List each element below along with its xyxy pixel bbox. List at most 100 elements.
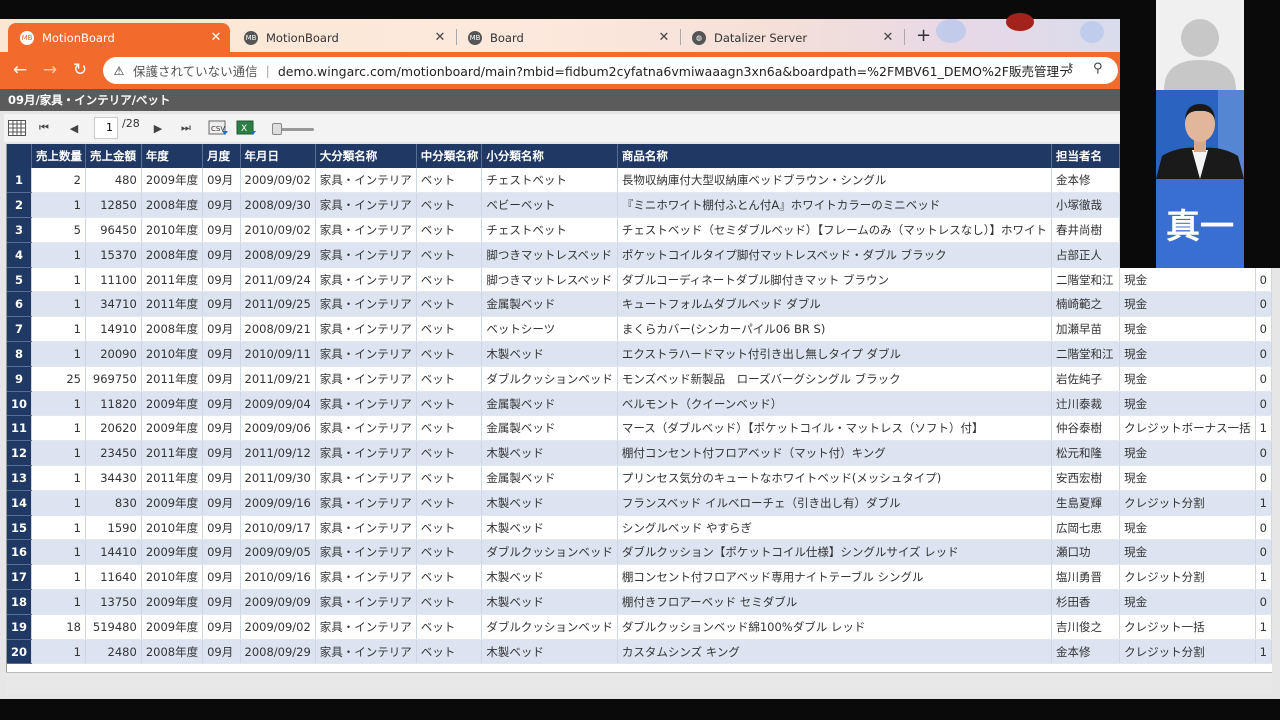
table-cell[interactable]: 09月 [202,217,241,243]
table-cell[interactable]: 1 [1255,614,1272,640]
table-cell[interactable]: 0 [1255,267,1272,293]
table-cell[interactable]: キュートフォルムダブルベッド ダブル [617,291,1052,318]
participant-placeholder-tile[interactable] [1156,0,1244,90]
table-cell[interactable]: ベット [416,242,483,268]
table-cell[interactable]: 20090 [85,341,142,367]
table-cell[interactable]: 金本修 [1051,639,1121,665]
table-cell[interactable]: 現金 [1119,267,1256,293]
table-cell[interactable]: 2010年度 [141,341,204,367]
table-cell[interactable]: ダブルクッションベッド [481,366,618,392]
table-cell[interactable]: 塩川勇晋 [1051,564,1121,591]
table-cell[interactable]: 830 [85,490,142,516]
table-cell[interactable]: 1 [31,440,86,467]
warning-icon[interactable]: ⚠ [111,63,127,79]
table-cell[interactable]: 0 [1255,316,1272,343]
table-cell[interactable]: 現金 [1119,291,1256,318]
table-cell[interactable]: 現金 [1119,539,1256,566]
table-cell[interactable]: 2010/09/17 [240,515,316,541]
table-cell[interactable]: 09月 [202,192,241,219]
table-cell[interactable]: 家具・インテリア [315,639,417,665]
table-cell[interactable]: ベット [416,490,483,516]
close-icon[interactable]: ✕ [880,30,896,45]
table-cell[interactable]: 2010/09/16 [240,564,316,591]
table-cell[interactable]: 脚つきマットレスベッド [481,242,618,268]
table-cell[interactable]: 脚つきマットレスベッド [481,267,618,293]
table-cell[interactable]: 2 [31,168,86,194]
table-cell[interactable]: 1 [31,192,86,219]
table-row[interactable]: 16 1 14410 2009年度 09月 2009/09/05 家具・インテリア ベット ダブ… [7,539,1272,566]
table-row[interactable]: 11 1 20620 2009年度 09月 2009/09/06 家具・インテリア ベット 金属… [7,415,1272,442]
table-cell[interactable]: 25 [31,366,86,392]
table-cell[interactable]: 0 [1255,341,1272,367]
table-cell[interactable]: 木製ベッド [481,490,618,516]
table-cell[interactable]: 12850 [85,192,142,219]
column-header[interactable]: 年月日 [240,144,316,168]
table-cell[interactable]: 家具・インテリア [315,168,417,194]
new-tab-button[interactable]: + [916,25,931,46]
table-cell[interactable]: ベット [416,341,483,367]
table-cell[interactable]: 家具・インテリア [315,465,417,491]
table-cell[interactable]: 現金 [1119,515,1256,541]
table-row[interactable]: 10 1 11820 2009年度 09月 2009/09/04 家具・インテリア ベット 金属… [7,391,1272,417]
table-cell[interactable]: 占部正人 [1051,242,1121,268]
table-cell[interactable]: 2008/09/29 [240,639,316,665]
table-cell[interactable]: 0 [1255,391,1272,417]
table-cell[interactable]: 2011年度 [141,291,204,318]
table-cell[interactable]: 1590 [85,515,142,541]
table-cell[interactable]: 家具・インテリア [315,291,417,318]
table-row[interactable]: 13 1 34430 2011年度 09月 2011/09/30 家具・インテリア ベット 金属… [7,465,1272,491]
table-cell[interactable]: 棚付コンセント付フロアベッド（マット付）キング [617,440,1052,467]
table-cell[interactable]: 96450 [85,217,142,243]
table-cell[interactable]: 瀬口功 [1051,539,1121,566]
table-cell[interactable]: ダブルクッションベッド [481,539,618,566]
table-cell[interactable]: 2011/09/21 [240,366,316,392]
column-header[interactable]: 商品名称 [617,144,1052,168]
table-cell[interactable]: ベット [416,267,483,293]
table-cell[interactable]: 18 [31,614,86,640]
key-icon[interactable]: ⚷ [1065,61,1075,76]
table-cell[interactable]: 家具・インテリア [315,217,417,243]
table-cell[interactable]: 辻川泰裁 [1051,391,1121,417]
table-cell[interactable]: 現金 [1119,440,1256,467]
table-cell[interactable]: 家具・インテリア [315,391,417,417]
table-cell[interactable]: 現金 [1119,391,1256,417]
url-text[interactable]: demo.wingarc.com/motionboard/main?mbid=f… [278,61,1068,80]
column-header[interactable]: 中分類名称 [416,144,483,168]
table-cell[interactable]: 家具・インテリア [315,490,417,516]
table-cell[interactable]: 棚コンセント付フロアベッド専用ナイトテーブル シングル [617,564,1052,591]
table-cell[interactable]: 家具・インテリア [315,564,417,591]
table-cell[interactable]: クレジット分割 [1119,490,1256,516]
table-cell[interactable]: 『ミニホワイト棚付ふとん付A』ホワイトカラーのミニベッド [617,192,1052,219]
table-cell[interactable]: 2010年度 [141,217,204,243]
table-cell[interactable]: 09月 [202,267,241,293]
table-cell[interactable]: 09月 [202,341,241,367]
table-cell[interactable]: ベビーベット [481,192,618,219]
table-cell[interactable]: 2008年度 [141,242,204,268]
table-cell[interactable]: 09月 [202,366,241,392]
table-cell[interactable]: 5 [31,217,86,243]
table-cell[interactable]: モンズベッド新製品 ローズバーグシングル ブラック [617,366,1052,392]
table-row[interactable]: 15 1 1590 2010年度 09月 2010/09/17 家具・インテリア ベット 木製ベ… [7,515,1272,541]
page-number-input[interactable]: 1 [94,117,118,139]
table-cell[interactable]: 09月 [202,242,241,268]
table-cell[interactable]: 0 [1255,465,1272,491]
table-cell[interactable]: 2011年度 [141,465,204,491]
table-cell[interactable]: 木製ベッド [481,639,618,665]
table-cell[interactable]: 家具・インテリア [315,341,417,367]
table-cell[interactable]: 2009年度 [141,168,204,194]
table-cell[interactable]: 09月 [202,490,241,516]
table-cell[interactable]: 11100 [85,267,142,293]
table-cell[interactable]: 1 [31,515,86,541]
tab-datalizer-server[interactable]: ◍ Datalizer Server ✕ [680,23,902,52]
table-cell[interactable]: プリンセス気分のキュートなホワイトベッド(メッシュタイプ) [617,465,1052,491]
table-cell[interactable]: クレジット分割 [1119,564,1256,591]
table-row[interactable]: 5 1 11100 2011年度 09月 2011/09/24 家具・インテリア ベット 脚つき… [7,267,1272,293]
table-cell[interactable]: 23450 [85,440,142,467]
table-cell[interactable]: 2010年度 [141,515,204,541]
table-cell[interactable]: 1 [1255,564,1272,591]
table-cell[interactable]: 1 [31,267,86,293]
table-cell[interactable]: 棚付きフロアーベッド セミダブル [617,589,1052,615]
table-cell[interactable]: 2011/09/12 [240,440,316,467]
table-row[interactable]: 12 1 23450 2011年度 09月 2011/09/12 家具・インテリア ベット 木製… [7,440,1272,467]
table-cell[interactable]: 0 [1255,440,1272,467]
